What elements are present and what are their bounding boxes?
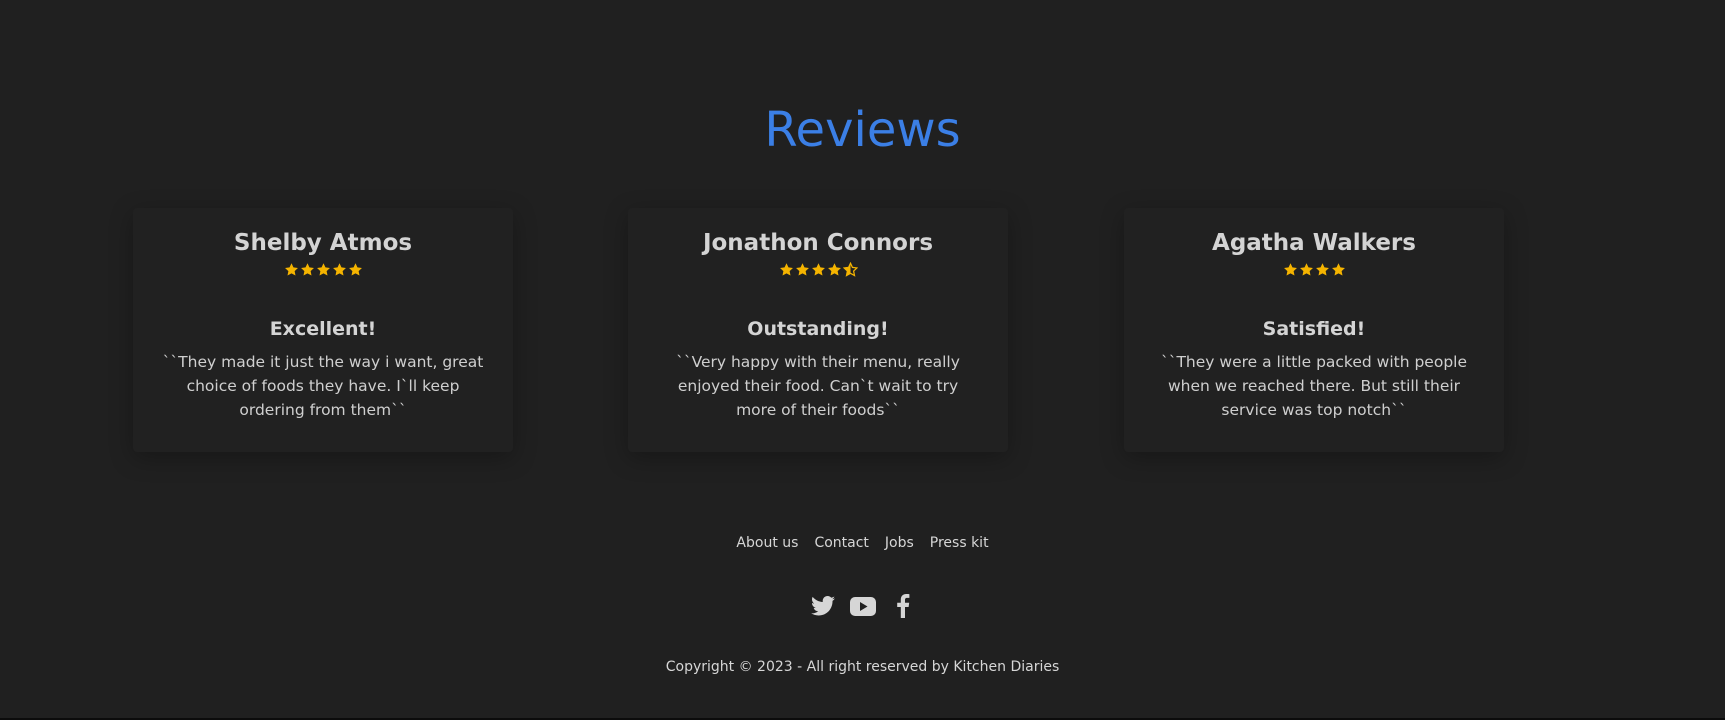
footer-link-jobs[interactable]: Jobs xyxy=(885,533,914,553)
star-rating xyxy=(133,262,513,282)
review-card: Shelby Atmos Excellent! ``They made it j… xyxy=(133,208,513,452)
review-text: ``They made it just the way i want, grea… xyxy=(162,353,484,419)
star-full-icon xyxy=(1283,263,1297,276)
star-rating xyxy=(628,262,1008,282)
star-full-icon xyxy=(1299,263,1313,276)
star-full-icon xyxy=(1315,263,1329,276)
reviews-title: Reviews xyxy=(764,102,961,158)
reviewer-name: Jonathon Connors xyxy=(702,230,934,256)
footer-nav: About us Contact Jobs Press kit xyxy=(0,533,1725,553)
star-half-icon xyxy=(842,262,858,277)
review-headline: Outstanding! xyxy=(747,318,889,340)
twitter-icon[interactable] xyxy=(810,593,836,619)
footer-link-about-us[interactable]: About us xyxy=(736,533,798,553)
review-headline: Satisfied! xyxy=(1262,318,1366,340)
star-full-icon xyxy=(316,263,330,276)
star-full-icon xyxy=(1331,263,1345,276)
star-full-icon xyxy=(348,263,362,276)
review-card: Jonathon Connors Outstanding! ``Very hap… xyxy=(628,208,1008,452)
star-full-icon xyxy=(795,263,809,276)
social-links xyxy=(0,593,1725,619)
page: Reviews Shelby Atmos Excellent! ``They m… xyxy=(0,0,1725,720)
reviewer-name: Shelby Atmos xyxy=(233,230,413,256)
star-full-icon xyxy=(300,263,314,276)
star-full-icon xyxy=(779,263,793,276)
facebook-icon[interactable] xyxy=(890,593,916,619)
star-rating xyxy=(1124,262,1504,282)
copyright-text: Copyright © 2023 - All right reserved by… xyxy=(665,659,1060,675)
footer-link-contact[interactable]: Contact xyxy=(814,533,868,553)
star-full-icon xyxy=(811,263,825,276)
star-full-icon xyxy=(827,263,841,276)
review-headline: Excellent! xyxy=(269,318,377,340)
footer-link-press-kit[interactable]: Press kit xyxy=(930,533,989,553)
star-full-icon xyxy=(284,263,298,276)
review-text: ``Very happy with their menu, really enj… xyxy=(676,353,960,419)
star-full-icon xyxy=(332,263,346,276)
review-text: ``They were a little packed with people … xyxy=(1160,353,1468,419)
review-card: Agatha Walkers Satisfied! ``They were a … xyxy=(1124,208,1504,452)
youtube-icon[interactable] xyxy=(849,593,876,619)
reviewer-name: Agatha Walkers xyxy=(1212,230,1416,256)
